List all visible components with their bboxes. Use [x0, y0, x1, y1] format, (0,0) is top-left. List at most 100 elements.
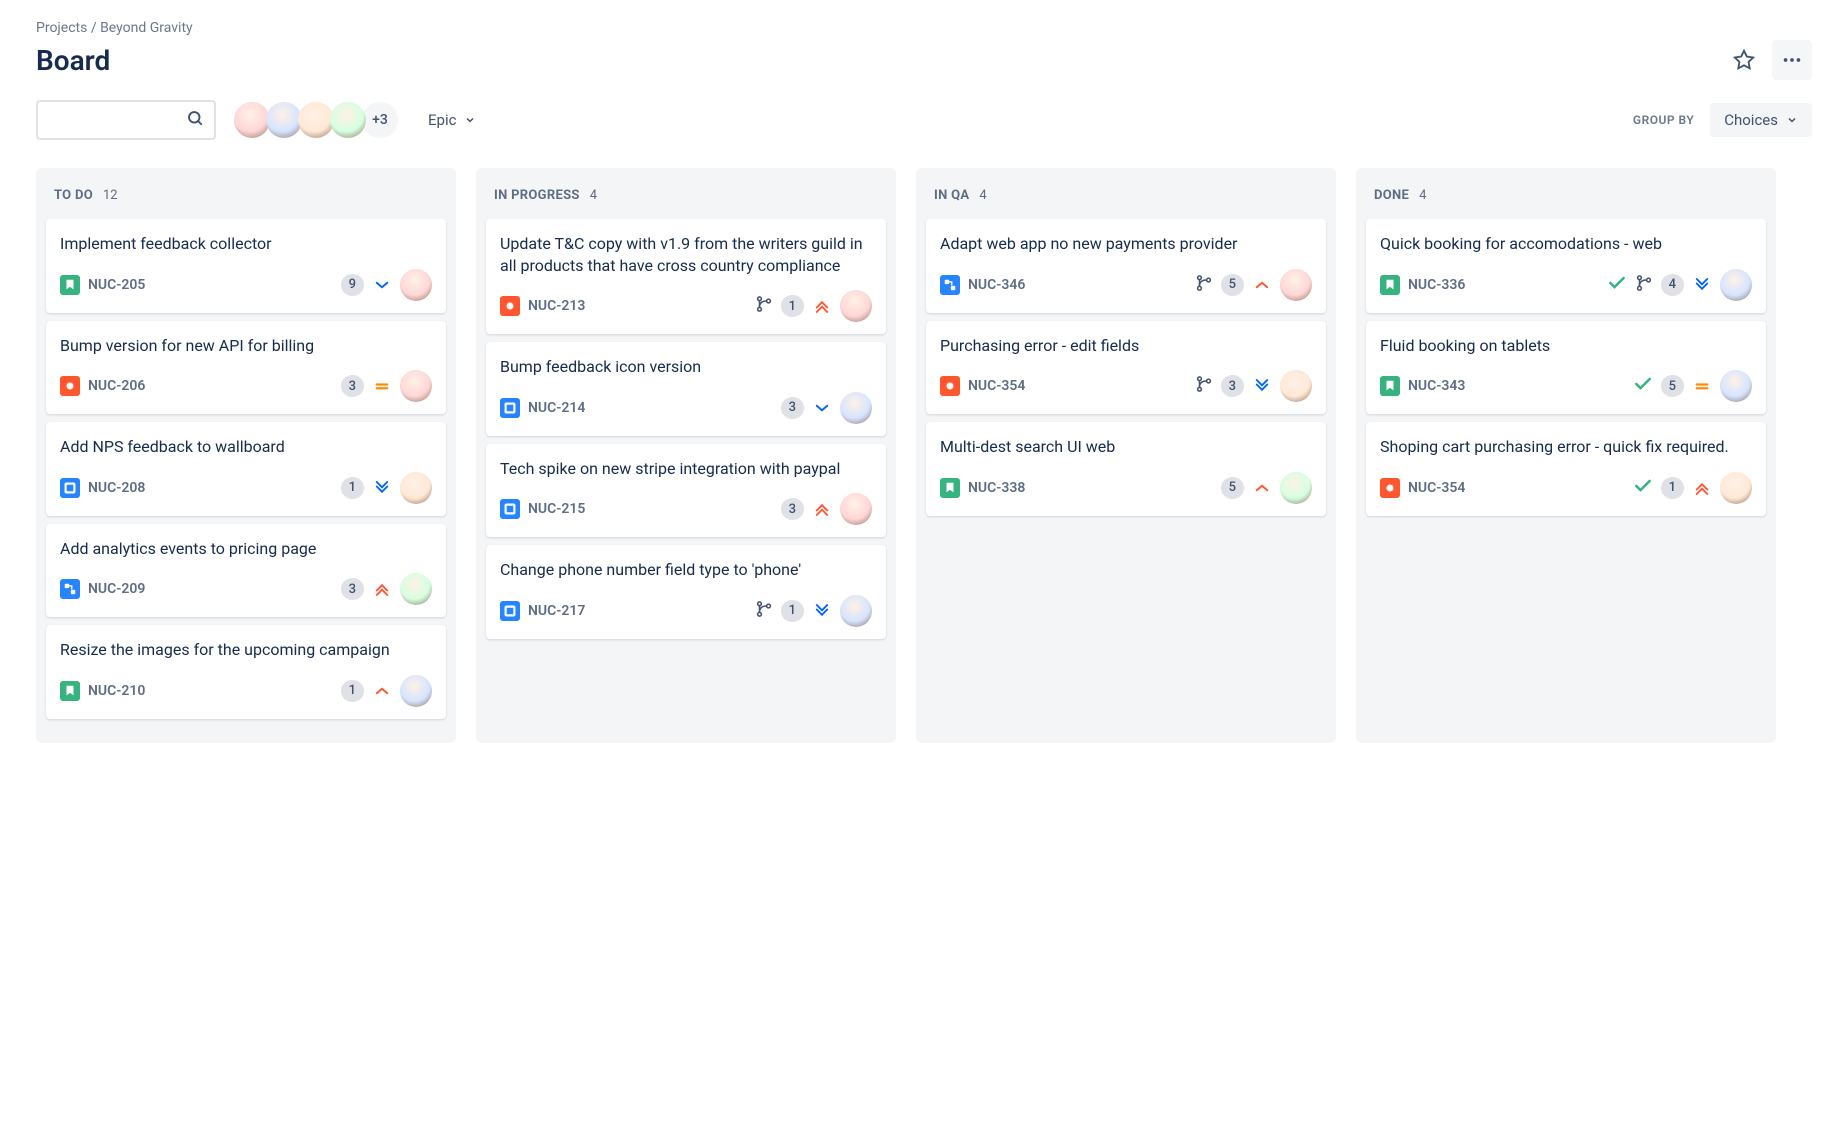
group-by-select[interactable]: Choices: [1710, 103, 1812, 137]
issue-key: NUC-343: [1408, 378, 1465, 394]
issue-key: NUC-354: [968, 378, 1025, 394]
check-icon: [1633, 374, 1653, 398]
breadcrumb-project-name[interactable]: Beyond Gravity: [100, 20, 193, 36]
story-icon: [1380, 376, 1400, 396]
count-badge: 3: [1221, 375, 1244, 397]
search-input[interactable]: [48, 112, 204, 128]
assignee-avatar[interactable]: [400, 269, 432, 301]
card-title: Implement feedback collector: [60, 233, 432, 255]
issue-card[interactable]: Update T&C copy with v1.9 from the write…: [486, 219, 886, 334]
issue-key: NUC-206: [88, 378, 145, 394]
column-header: DONE 4: [1366, 184, 1766, 219]
assignee-avatar[interactable]: [1280, 269, 1312, 301]
priority-high-icon: [1252, 275, 1272, 295]
branch-icon: [1635, 274, 1653, 296]
priority-medium-icon: [372, 376, 392, 396]
branch-icon: [1195, 274, 1213, 296]
issue-key: NUC-338: [968, 480, 1025, 496]
check-icon: [1607, 273, 1627, 297]
assignee-avatar[interactable]: [400, 675, 432, 707]
priority-high-icon: [1252, 478, 1272, 498]
column-count: 12: [103, 188, 118, 203]
story-icon: [60, 681, 80, 701]
assignee-avatar[interactable]: [400, 472, 432, 504]
bug-icon: [940, 376, 960, 396]
search-icon: [186, 109, 204, 131]
task-icon: [500, 398, 520, 418]
issue-key: NUC-210: [88, 683, 145, 699]
chevron-down-icon: [1786, 114, 1798, 126]
page-title: Board: [36, 44, 110, 77]
avatar-overflow[interactable]: +3: [360, 100, 400, 140]
issue-card[interactable]: Add NPS feedback to wallboard NUC-208 1: [46, 422, 446, 516]
card-title: Update T&C copy with v1.9 from the write…: [500, 233, 872, 276]
assignee-avatar[interactable]: [840, 392, 872, 424]
star-icon: [1733, 49, 1755, 71]
epic-filter[interactable]: Epic: [416, 103, 488, 137]
assignee-avatar[interactable]: [1280, 472, 1312, 504]
issue-card[interactable]: Quick booking for accomodations - web NU…: [1366, 219, 1766, 313]
more-button[interactable]: [1772, 40, 1812, 80]
priority-highest-icon: [812, 296, 832, 316]
member-avatar[interactable]: [328, 100, 368, 140]
issue-card[interactable]: Shoping cart purchasing error - quick fi…: [1366, 422, 1766, 516]
priority-medium-icon: [1692, 376, 1712, 396]
issue-key: NUC-215: [528, 501, 585, 517]
assignee-avatar[interactable]: [840, 290, 872, 322]
assignee-avatar[interactable]: [1720, 370, 1752, 402]
count-badge: 1: [781, 600, 804, 622]
count-badge: 3: [341, 375, 364, 397]
bug-icon: [500, 296, 520, 316]
issue-card[interactable]: Purchasing error - edit fields NUC-354 3: [926, 321, 1326, 415]
count-badge: 5: [1221, 477, 1244, 499]
column-count: 4: [979, 188, 986, 203]
issue-card[interactable]: Multi-dest search UI web NUC-338 5: [926, 422, 1326, 516]
task-icon: [60, 478, 80, 498]
breadcrumb-projects[interactable]: Projects: [36, 20, 87, 36]
count-badge: 4: [1661, 274, 1684, 296]
count-badge: 1: [341, 680, 364, 702]
assignee-avatar[interactable]: [1720, 472, 1752, 504]
assignee-avatar[interactable]: [1720, 269, 1752, 301]
chevron-down-icon: [464, 114, 476, 126]
assignee-avatar[interactable]: [400, 370, 432, 402]
star-button[interactable]: [1724, 40, 1764, 80]
more-icon: [1781, 49, 1803, 71]
assignee-avatar[interactable]: [840, 595, 872, 627]
issue-card[interactable]: Implement feedback collector NUC-205 9: [46, 219, 446, 313]
kanban-board: TO DO 12 Implement feedback collector NU…: [36, 168, 1812, 743]
issue-card[interactable]: Tech spike on new stripe integration wit…: [486, 444, 886, 538]
board-column: IN PROGRESS 4 Update T&C copy with v1.9 …: [476, 168, 896, 743]
count-badge: 5: [1221, 274, 1244, 296]
assignee-avatar[interactable]: [840, 493, 872, 525]
issue-key: NUC-346: [968, 277, 1025, 293]
task-icon: [500, 601, 520, 621]
issue-card[interactable]: Bump feedback icon version NUC-214 3: [486, 342, 886, 436]
column-header: TO DO 12: [46, 184, 446, 219]
assignee-avatar[interactable]: [1280, 370, 1312, 402]
issue-card[interactable]: Fluid booking on tablets NUC-343 5: [1366, 321, 1766, 415]
issue-card[interactable]: Change phone number field type to 'phone…: [486, 545, 886, 639]
epic-filter-label: Epic: [428, 111, 456, 129]
count-badge: 1: [1661, 477, 1684, 499]
issue-key: NUC-208: [88, 480, 145, 496]
issue-key: NUC-209: [88, 581, 145, 597]
card-title: Add NPS feedback to wallboard: [60, 436, 432, 458]
bug-icon: [1380, 478, 1400, 498]
issue-card[interactable]: Bump version for new API for billing NUC…: [46, 321, 446, 415]
priority-lowest-icon: [1692, 275, 1712, 295]
column-title: IN PROGRESS: [494, 188, 580, 203]
issue-card[interactable]: Resize the images for the upcoming campa…: [46, 625, 446, 719]
priority-low-icon: [812, 398, 832, 418]
subtask-icon: [60, 579, 80, 599]
assignee-avatar[interactable]: [400, 573, 432, 605]
column-header: IN PROGRESS 4: [486, 184, 886, 219]
column-title: DONE: [1374, 188, 1409, 203]
card-title: Fluid booking on tablets: [1380, 335, 1752, 357]
issue-card[interactable]: Adapt web app no new payments provider N…: [926, 219, 1326, 313]
avatar-stack[interactable]: +3: [232, 100, 400, 140]
search-input-wrap[interactable]: [36, 100, 216, 140]
card-title: Multi-dest search UI web: [940, 436, 1312, 458]
issue-card[interactable]: Add analytics events to pricing page NUC…: [46, 524, 446, 618]
bug-icon: [60, 376, 80, 396]
